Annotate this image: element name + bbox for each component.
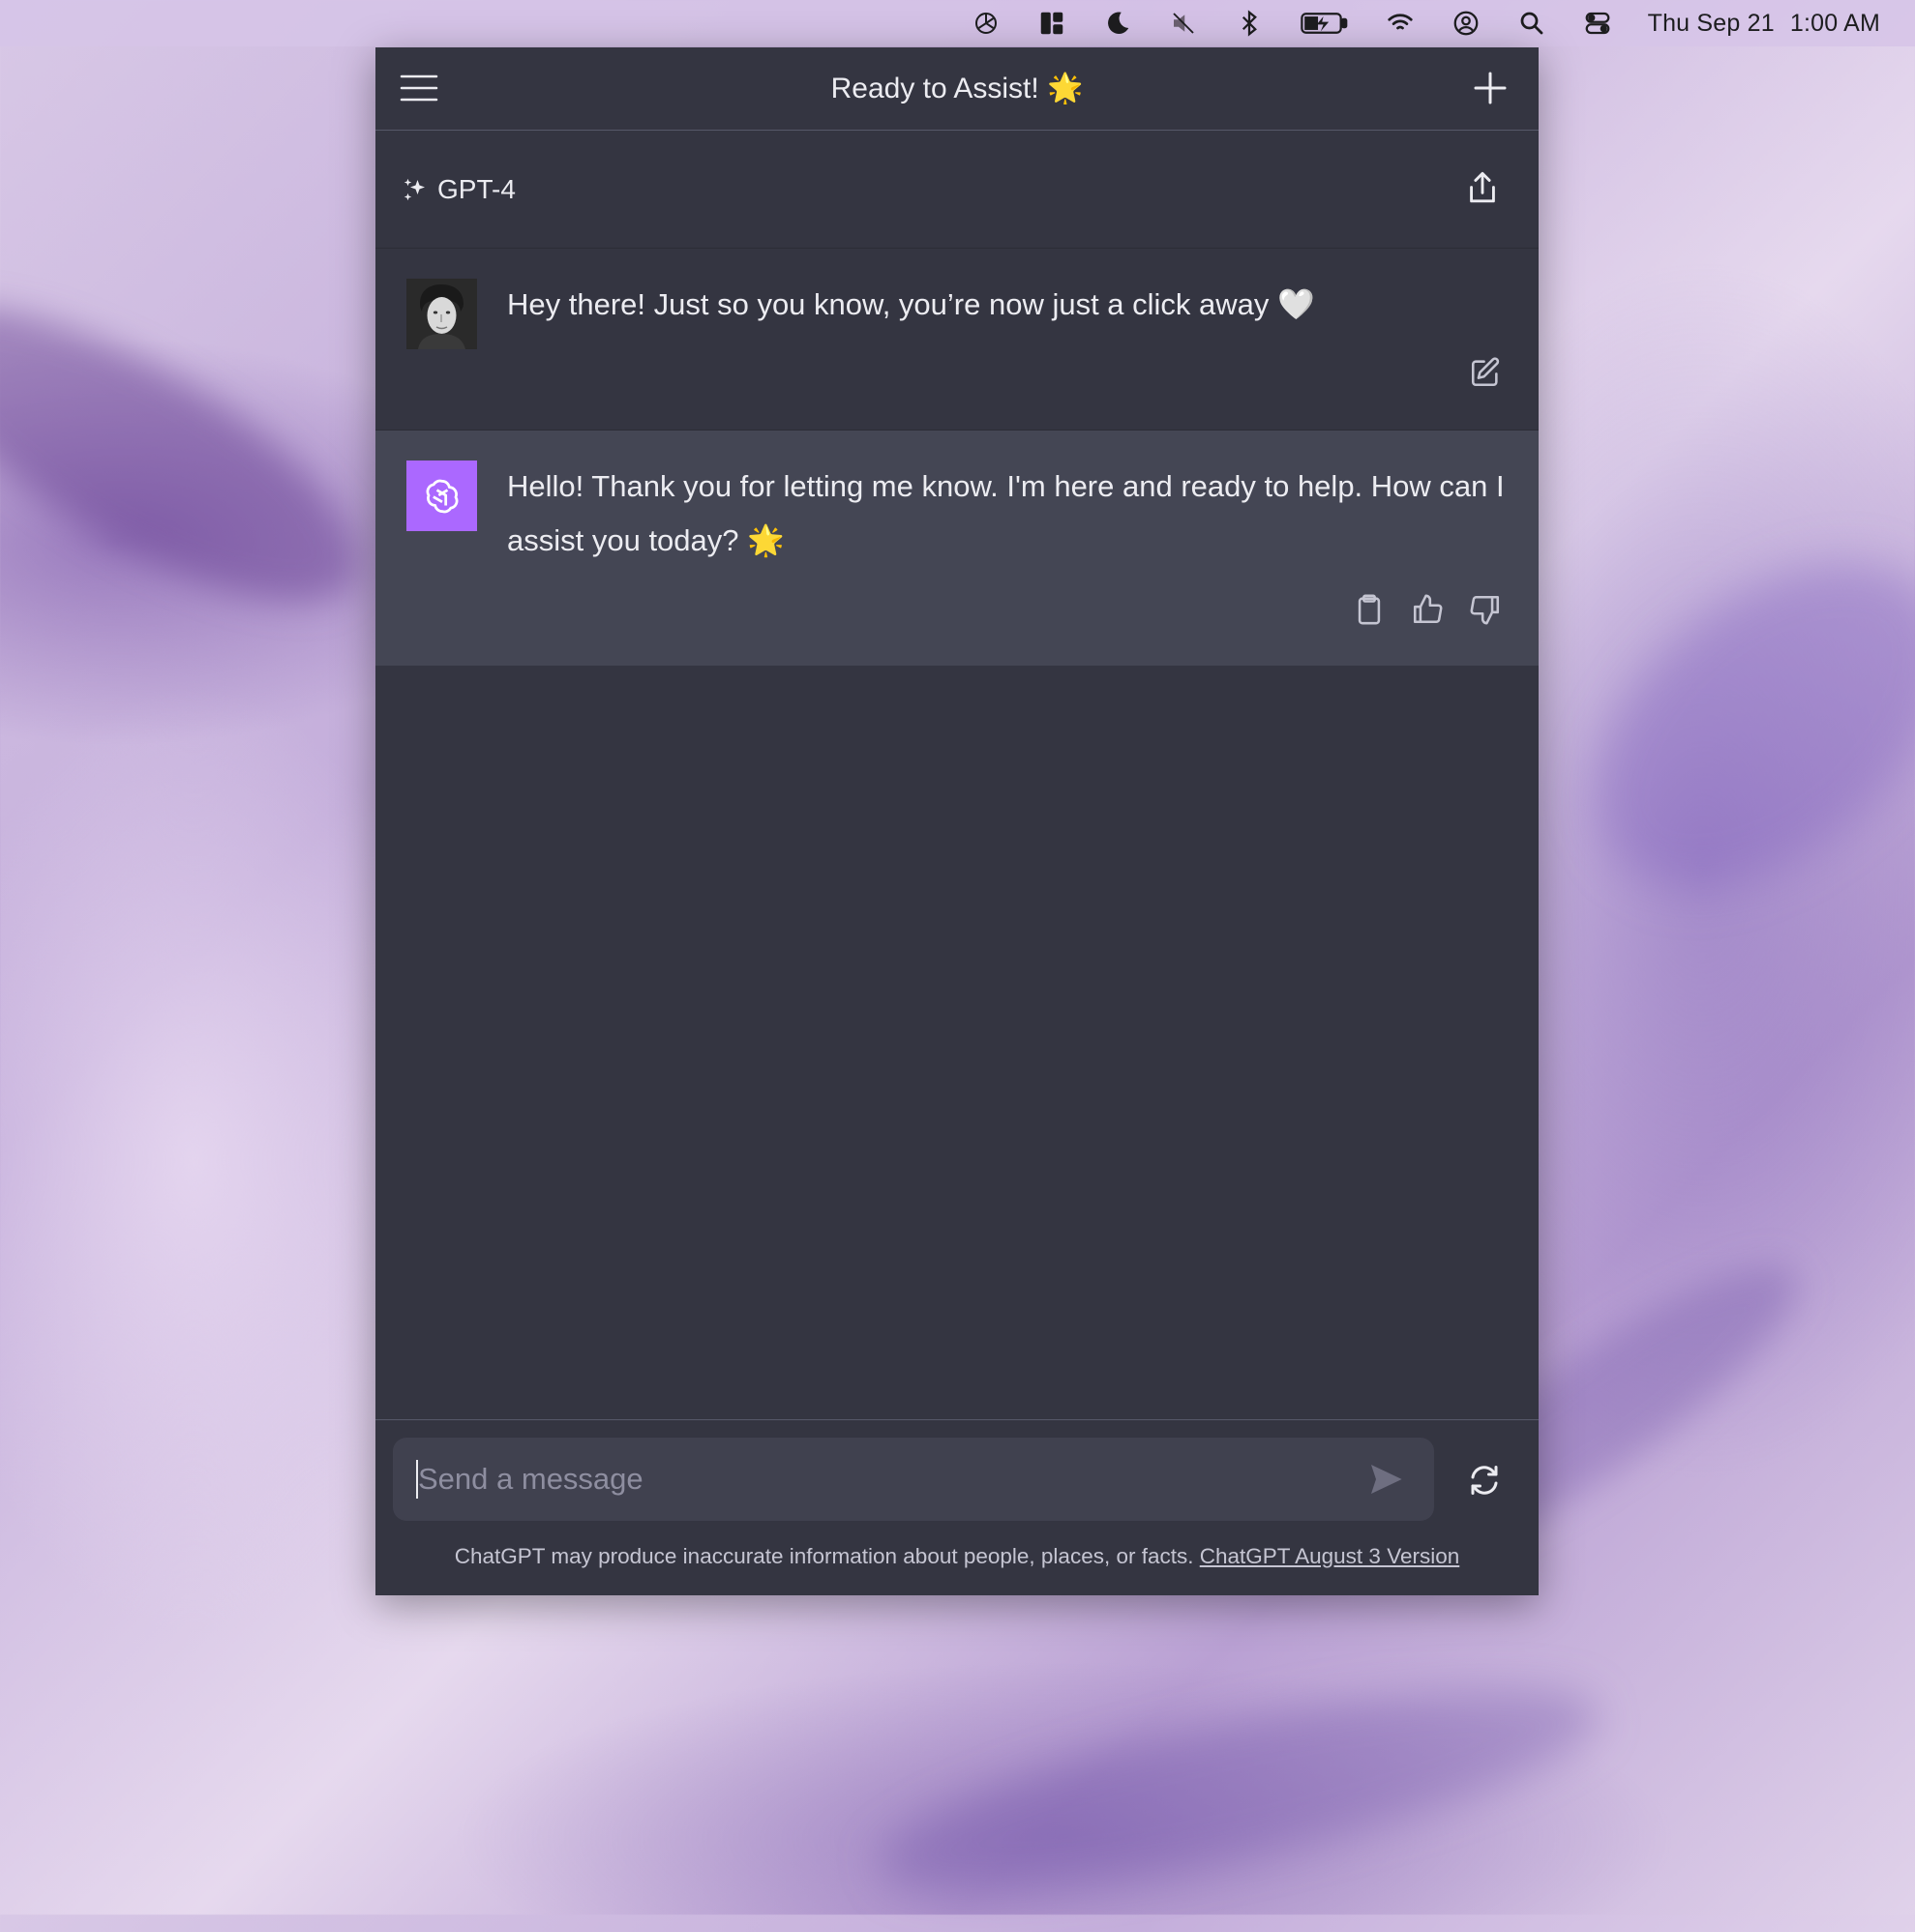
menu-clock[interactable]: Thu Sep 21 1:00 AM — [1648, 10, 1880, 38]
menu-bar: Thu Sep 21 1:00 AM — [0, 0, 1915, 46]
thumbs-up-icon[interactable] — [1411, 593, 1444, 626]
send-icon[interactable] — [1366, 1460, 1405, 1499]
wallpaper-swirl — [864, 1647, 1613, 1932]
message-input[interactable]: Send a message — [416, 1460, 1366, 1499]
user-message-text: Hey there! Just so you know, you’re now … — [507, 287, 1315, 321]
hamburger-menu-icon[interactable] — [399, 71, 439, 105]
edit-icon[interactable] — [1469, 356, 1502, 389]
assistant-message-text: Hello! Thank you for letting me know. I'… — [507, 469, 1505, 557]
wallpaper-swirl — [0, 253, 398, 656]
composer: Send a message ChatGPT may produce inacc… — [375, 1419, 1539, 1596]
assistant-message-actions — [1353, 593, 1502, 626]
chat-window: Ready to Assist! 🌟 GPT-4 Hey there! Just… — [375, 47, 1539, 1595]
wallpaper-swirl — [1534, 498, 1915, 953]
assistant-avatar — [406, 461, 477, 531]
disclaimer-text: ChatGPT may produce inaccurate informati… — [454, 1544, 1194, 1568]
share-icon[interactable] — [1465, 169, 1500, 208]
wifi-icon[interactable] — [1384, 7, 1417, 40]
version-link[interactable]: ChatGPT August 3 Version — [1200, 1544, 1460, 1568]
control-center-icon[interactable] — [1581, 7, 1614, 40]
openai-icon[interactable] — [970, 7, 1002, 40]
model-label[interactable]: GPT-4 — [437, 174, 516, 205]
layout-icon[interactable] — [1035, 7, 1068, 40]
sparkles-icon — [404, 178, 425, 200]
disclaimer: ChatGPT may produce inaccurate informati… — [375, 1544, 1539, 1569]
search-icon[interactable] — [1515, 7, 1548, 40]
chat-title: Ready to Assist! 🌟 — [830, 73, 1084, 104]
thumbs-down-icon[interactable] — [1469, 593, 1502, 626]
copy-clipboard-icon[interactable] — [1353, 593, 1386, 626]
user-message: Hey there! Just so you know, you’re now … — [375, 249, 1539, 431]
bluetooth-icon[interactable] — [1233, 7, 1266, 40]
battery-icon[interactable] — [1299, 7, 1351, 40]
clock-date: Thu Sep 21 — [1647, 9, 1775, 37]
user-icon[interactable] — [1450, 7, 1482, 40]
message-input-box[interactable]: Send a message — [393, 1438, 1434, 1521]
mute-icon[interactable] — [1167, 7, 1200, 40]
moon-icon[interactable] — [1101, 7, 1134, 40]
model-bar: GPT-4 — [375, 131, 1539, 249]
clock-time: 1:00 AM — [1789, 9, 1880, 37]
user-avatar — [406, 279, 477, 349]
user-message-actions — [1469, 356, 1502, 389]
regenerate-icon[interactable] — [1467, 1463, 1502, 1498]
title-bar: Ready to Assist! 🌟 — [375, 47, 1539, 131]
new-chat-plus-icon[interactable] — [1471, 69, 1510, 107]
openai-logo-icon — [426, 479, 458, 513]
assistant-message: Hello! Thank you for letting me know. I'… — [375, 431, 1539, 666]
